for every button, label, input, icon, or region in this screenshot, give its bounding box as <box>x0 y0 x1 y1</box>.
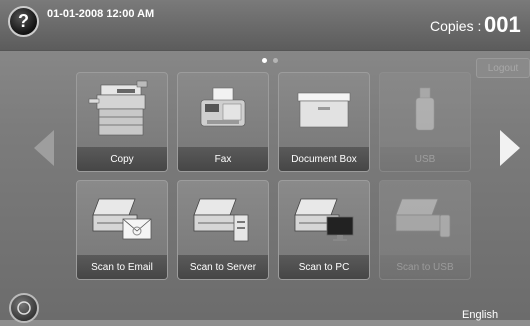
scan-to-email-label: Scan to Email <box>77 255 167 279</box>
copier-icon <box>77 73 167 145</box>
usb-icon <box>380 73 470 145</box>
top-bar: ? 01-01-2008 12:00 AM Copies : 001 <box>0 0 530 51</box>
copy-label: Copy <box>77 147 167 171</box>
logout-button[interactable]: Logout <box>476 58 530 78</box>
fax-button[interactable]: Fax <box>177 72 269 172</box>
scan-to-usb-button: Scan to USB <box>379 180 471 280</box>
usb-label: USB <box>380 147 470 171</box>
scan-to-usb-label: Scan to USB <box>380 255 470 279</box>
document-box-button[interactable]: Document Box <box>278 72 370 172</box>
eco-button[interactable] <box>9 293 39 323</box>
eco-icon <box>17 301 31 315</box>
copies-label: Copies : <box>430 18 482 34</box>
scan-to-pc-icon <box>279 181 369 253</box>
previous-page-arrow-icon[interactable] <box>34 130 54 166</box>
scan-to-server-icon <box>178 181 268 253</box>
scan-to-email-icon <box>77 181 167 253</box>
scan-to-server-label: Scan to Server <box>178 255 268 279</box>
page-dot-2 <box>273 58 278 63</box>
page-dot-1 <box>262 58 267 63</box>
scan-to-usb-icon <box>380 181 470 253</box>
document-box-icon <box>279 73 369 145</box>
scan-to-email-button[interactable]: Scan to Email <box>76 180 168 280</box>
scan-to-server-button[interactable]: Scan to Server <box>177 180 269 280</box>
copy-button[interactable]: Copy <box>76 72 168 172</box>
datetime-display: 01-01-2008 12:00 AM <box>47 8 155 20</box>
fax-icon <box>178 73 268 145</box>
usb-button: USB <box>379 72 471 172</box>
help-icon: ? <box>18 11 29 31</box>
scan-to-pc-label: Scan to PC <box>279 255 369 279</box>
language-selector[interactable]: English <box>462 309 498 321</box>
help-button[interactable]: ? <box>8 6 39 37</box>
next-page-arrow-icon[interactable] <box>500 130 520 166</box>
copies-count[interactable]: 001 <box>484 12 521 38</box>
page-indicator <box>262 58 278 63</box>
fax-label: Fax <box>178 147 268 171</box>
document-box-label: Document Box <box>279 147 369 171</box>
scan-to-pc-button[interactable]: Scan to PC <box>278 180 370 280</box>
